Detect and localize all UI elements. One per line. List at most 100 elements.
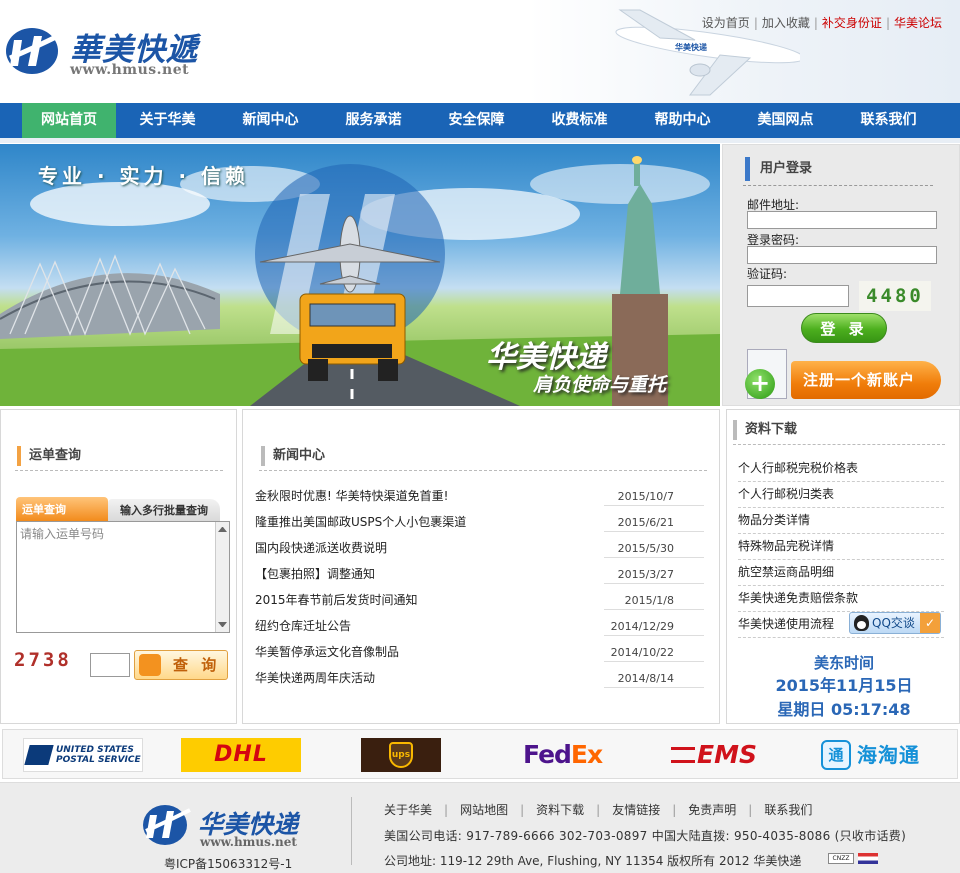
clock-date: 2015年11月15日 [775, 676, 913, 695]
logo-globe-icon [143, 805, 191, 845]
submit-id-card-link[interactable]: 补交身份证 [818, 16, 886, 30]
nav-item-home[interactable]: 网站首页 [22, 103, 116, 138]
news-item[interactable]: 华美暂停承运文化音像制品 2014/10/22 [254, 641, 704, 667]
eastern-time-clock: 美东时间 2015年11月15日 星期日 05:17:48 [728, 652, 960, 722]
download-item[interactable]: 特殊物品完税详情 [738, 534, 944, 560]
haitaotong-icon: 通 [821, 740, 851, 770]
nav-item-news[interactable]: 新闻中心 [219, 103, 322, 138]
tab-batch-tracking[interactable]: 输入多行批量查询 [108, 499, 220, 521]
news-title[interactable]: 华美暂停承运文化音像制品 [255, 642, 399, 662]
news-date: 2015/6/21 [617, 516, 674, 529]
news-title[interactable]: 国内段快递派送收费说明 [255, 538, 387, 558]
nav-item-us-locations[interactable]: 美国网点 [734, 103, 837, 138]
news-date: 2014/12/29 [610, 620, 674, 633]
news-date: 2014/10/22 [610, 646, 674, 659]
footer-link-downloads[interactable]: 资料下载 [536, 803, 584, 817]
footer-link-disclaimer[interactable]: 免责声明 [688, 803, 736, 817]
register-label: 注册一个新账户 [791, 361, 941, 399]
icp-license[interactable]: 粤ICP备15063312号-1 [164, 855, 292, 872]
news-item[interactable]: 金秋限时优惠! 华美特快渠道免首重! 2015/10/7 [254, 485, 704, 511]
separator: | [748, 803, 753, 817]
haitaotong-logo[interactable]: 通 海淘通 [821, 738, 943, 772]
captcha-field[interactable] [747, 285, 849, 307]
scroll-up-icon[interactable] [218, 527, 227, 532]
news-item[interactable]: 【包裹拍照】调整通知 2015/3/27 [254, 563, 704, 589]
tracking-captcha-image[interactable]: 2738 [14, 649, 84, 679]
cnzz-badge[interactable]: CNZZ [828, 853, 854, 864]
download-item[interactable]: 个人行邮税完税价格表 [738, 456, 944, 482]
site-logo[interactable]: 華美快遞 www.hmus.net [4, 22, 214, 82]
qq-chat-button[interactable]: QQ交谈 ✓ [849, 612, 941, 634]
news-list: 金秋限时优惠! 华美特快渠道免首重! 2015/10/7 隆重推出美国邮政USPS… [254, 485, 704, 693]
news-item[interactable]: 2015年春节前后发货时间通知 2015/1/8 [254, 589, 704, 615]
news-item[interactable]: 国内段快递派送收费说明 2015/5/30 [254, 537, 704, 563]
login-captcha-image[interactable]: 4480 [859, 281, 931, 311]
download-item[interactable]: 物品分类详情 [738, 508, 944, 534]
tab-single-tracking[interactable]: 运单查询 [16, 497, 108, 521]
ems-logo[interactable]: EMS [671, 738, 775, 772]
email-field[interactable] [747, 211, 937, 229]
news-date: 2014/8/14 [617, 672, 674, 685]
ups-logo[interactable]: ups [361, 738, 441, 772]
partner-logos: UNITED STATES POSTAL SERVICE DHL ups FedE… [2, 729, 958, 779]
login-button[interactable]: 登 录 [801, 313, 887, 343]
plus-icon: + [745, 369, 775, 399]
logo-url-text: www.hmus.net [70, 62, 190, 78]
news-item[interactable]: 华美快递两周年庆活动 2014/8/14 [254, 667, 704, 693]
password-field[interactable] [747, 246, 937, 264]
news-title[interactable]: 隆重推出美国邮政USPS个人小包裹渠道 [255, 512, 466, 532]
nav-item-security[interactable]: 安全保障 [425, 103, 528, 138]
nav-item-service[interactable]: 服务承诺 [322, 103, 425, 138]
nav-item-contact[interactable]: 联系我们 [837, 103, 940, 138]
textarea-scrollbar[interactable] [215, 522, 229, 632]
news-title[interactable]: 【包裹拍照】调整通知 [255, 564, 375, 584]
scroll-down-icon[interactable] [218, 622, 227, 627]
haitaotong-text: 海淘通 [857, 743, 920, 767]
fedex-logo[interactable]: FedEx [523, 738, 607, 772]
news-item[interactable]: 隆重推出美国邮政USPS个人小包裹渠道 2015/6/21 [254, 511, 704, 537]
news-title[interactable]: 金秋限时优惠! 华美特快渠道免首重! [255, 486, 448, 506]
download-item[interactable]: 华美快递免责赔偿条款 [738, 586, 944, 612]
register-button[interactable]: + 注册一个新账户 [745, 347, 943, 403]
separator: | [672, 803, 677, 817]
login-panel: 用户登录 邮件地址: 登录密码: 验证码: 4480 登 录 + 注册一个新账户 [722, 144, 960, 406]
divider [604, 531, 704, 532]
clock-label: 美东时间 [813, 654, 874, 672]
footer-logo[interactable]: 华美快递 www.hmus.net [142, 801, 342, 851]
query-button[interactable]: 查 询 [134, 650, 228, 680]
footer-link-about[interactable]: 关于华美 [384, 803, 432, 817]
dhl-logo[interactable]: DHL [181, 738, 301, 772]
news-title[interactable]: 纽约仓库迁址公告 [255, 616, 351, 636]
download-item[interactable]: 航空禁运商品明细 [738, 560, 944, 586]
footer-link-sitemap[interactable]: 网站地图 [460, 803, 508, 817]
divider [604, 583, 704, 584]
news-title[interactable]: 华美快递两周年庆活动 [255, 668, 375, 688]
logo-globe-icon [6, 28, 64, 74]
login-heading: 用户登录 [745, 157, 812, 181]
footer-address: 公司地址: 119-12 29th Ave, Flushing, NY 1135… [384, 854, 802, 868]
news-item[interactable]: 纽约仓库迁址公告 2014/12/29 [254, 615, 704, 641]
divider [604, 635, 704, 636]
tracking-captcha-field[interactable] [90, 653, 130, 677]
nav-item-pricing[interactable]: 收费标准 [528, 103, 631, 138]
add-favorite-link[interactable]: 加入收藏 [758, 16, 814, 30]
nav-item-about[interactable]: 关于华美 [116, 103, 219, 138]
download-item[interactable]: 个人行邮税归类表 [738, 482, 944, 508]
tracking-placeholder: 请输入运单号码 [20, 527, 105, 541]
forum-link[interactable]: 华美论坛 [890, 16, 946, 30]
news-title[interactable]: 2015年春节前后发货时间通知 [255, 590, 418, 610]
downloads-heading: 资料下载 [733, 420, 797, 440]
news-date: 2015/1/8 [624, 594, 674, 607]
tracking-number-textarea[interactable]: 请输入运单号码 [16, 521, 230, 633]
usps-logo[interactable]: UNITED STATES POSTAL SERVICE [23, 738, 143, 772]
banner-subtitle: 肩负使命与重托 [533, 374, 667, 396]
nav-item-help[interactable]: 帮助中心 [631, 103, 734, 138]
downloads-list: 个人行邮税完税价格表 个人行邮税归类表 物品分类详情 特殊物品完税详情 航空禁运… [738, 456, 944, 638]
footer-link-friends[interactable]: 友情链接 [612, 803, 660, 817]
set-homepage-link[interactable]: 设为首页 [698, 16, 754, 30]
footer-link-contact[interactable]: 联系我们 [764, 803, 812, 817]
divider [604, 505, 704, 506]
flag-icon [858, 853, 878, 864]
hero-banner[interactable]: 专业 · 实力 · 信赖 华美快递 肩负使命与重托 [0, 144, 720, 406]
divider [259, 470, 707, 471]
